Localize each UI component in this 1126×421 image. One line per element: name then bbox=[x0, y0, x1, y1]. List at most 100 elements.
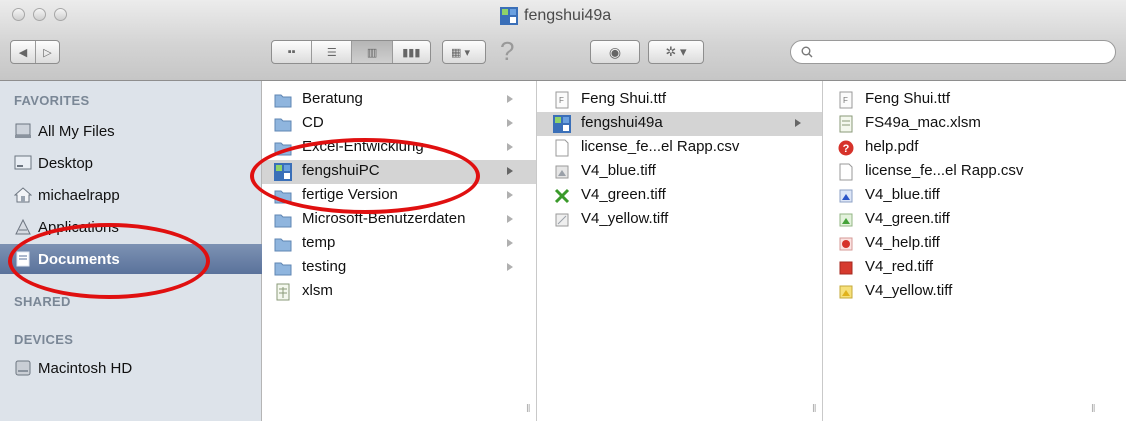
fengshui-app-icon bbox=[500, 7, 518, 25]
list-view-icon: ☰ bbox=[326, 46, 337, 59]
column-resize-grip[interactable]: ǁ bbox=[812, 403, 817, 415]
annotation-ring-fengshuipc bbox=[250, 138, 480, 214]
title-toolbar: fengshui49a ◀ ▷ ▪▪ ☰ ▥ ▮▮▮ ▦ ▾ ? ◉ ✲ ▾ bbox=[0, 0, 1126, 81]
desktop-icon bbox=[14, 155, 32, 170]
list-item[interactable]: V4_green.tiff bbox=[823, 208, 1113, 232]
sidebar-item-all-my-files[interactable]: All My Files bbox=[0, 116, 262, 146]
back-arrow-icon: ◀ bbox=[18, 46, 28, 59]
home-icon bbox=[14, 187, 32, 203]
font-file-icon: F bbox=[555, 91, 569, 109]
back-forward-control: ◀ ▷ bbox=[10, 40, 60, 64]
disclosure-arrow-icon bbox=[795, 119, 801, 127]
item-label: V4_blue.tiff bbox=[865, 186, 940, 203]
list-item[interactable]: V4_blue.tiff bbox=[537, 160, 822, 184]
list-item[interactable]: F Feng Shui.ttf bbox=[537, 88, 822, 112]
list-item[interactable]: V4_red.tiff bbox=[823, 256, 1113, 280]
column-view-button[interactable]: ▥ bbox=[352, 41, 393, 63]
svg-text:?: ? bbox=[843, 143, 850, 155]
back-button[interactable]: ◀ bbox=[11, 41, 36, 63]
list-item[interactable]: temp bbox=[262, 232, 536, 256]
search-icon bbox=[801, 46, 813, 58]
icon-view-icon: ▪▪ bbox=[287, 46, 296, 58]
svg-text:F: F bbox=[559, 96, 564, 105]
list-item[interactable]: license_fe...el Rapp.csv bbox=[537, 136, 822, 160]
image-file-icon bbox=[555, 213, 569, 227]
list-item[interactable]: V4_blue.tiff bbox=[823, 184, 1113, 208]
folder-icon bbox=[274, 262, 292, 276]
fengshui-app-icon bbox=[553, 115, 571, 133]
sidebar-item-label: Desktop bbox=[38, 154, 94, 172]
coverflow-view-icon: ▮▮▮ bbox=[402, 46, 421, 59]
quicklook-button[interactable]: ◉ bbox=[590, 40, 640, 64]
sidebar-item-michaelrapp[interactable]: michaelrapp bbox=[0, 180, 262, 210]
item-label: xlsm bbox=[302, 282, 333, 299]
list-item[interactable]: license_fe...el Rapp.csv bbox=[823, 160, 1113, 184]
item-label: V4_red.tiff bbox=[865, 258, 934, 275]
item-label: V4_yellow.tiff bbox=[865, 282, 953, 299]
column-resize-grip[interactable]: ǁ bbox=[1091, 403, 1096, 415]
list-item[interactable]: CD bbox=[262, 112, 536, 136]
document-file-icon bbox=[555, 139, 569, 157]
item-label: temp bbox=[302, 234, 336, 251]
item-label: license_fe...el Rapp.csv bbox=[865, 162, 1024, 179]
forward-button[interactable]: ▷ bbox=[36, 41, 59, 63]
spreadsheet-file-icon bbox=[276, 283, 290, 301]
list-item[interactable]: V4_yellow.tiff bbox=[823, 280, 1113, 304]
disclosure-arrow-icon bbox=[507, 119, 513, 127]
item-label: testing bbox=[302, 258, 347, 275]
column-resize-grip[interactable]: ǁ bbox=[526, 403, 531, 415]
list-item-selected[interactable]: fengshui49a bbox=[537, 112, 822, 136]
annotation-ring-documents bbox=[8, 223, 210, 299]
zoom-button[interactable] bbox=[54, 8, 67, 21]
disclosure-arrow-icon bbox=[507, 239, 513, 247]
list-view-button[interactable]: ☰ bbox=[312, 41, 353, 63]
minimize-button[interactable] bbox=[33, 8, 46, 21]
list-item[interactable]: FS49a_mac.xlsm bbox=[823, 112, 1113, 136]
list-item[interactable]: xlsm bbox=[262, 280, 536, 304]
item-label: Feng Shui.ttf bbox=[581, 90, 667, 107]
help-icon: ? bbox=[838, 140, 854, 156]
item-label: CD bbox=[302, 114, 324, 131]
coverflow-view-button[interactable]: ▮▮▮ bbox=[393, 41, 430, 63]
sidebar-item-macintosh-hd[interactable]: Macintosh HD bbox=[0, 353, 262, 383]
harddisk-icon bbox=[15, 360, 31, 376]
green-x-icon bbox=[554, 188, 570, 204]
item-label: V4_help.tiff bbox=[865, 234, 940, 251]
yellow-tiff-icon bbox=[839, 285, 853, 299]
list-item[interactable]: testing bbox=[262, 256, 536, 280]
disclosure-arrow-icon bbox=[507, 191, 513, 199]
image-file-icon bbox=[555, 165, 569, 179]
help-tiff-icon bbox=[839, 237, 853, 251]
item-label: Beratung bbox=[302, 90, 363, 107]
list-item[interactable]: Beratung bbox=[262, 88, 536, 112]
disclosure-arrow-icon bbox=[507, 167, 513, 175]
list-item[interactable]: V4_help.tiff bbox=[823, 232, 1113, 256]
finder-window: fengshui49a ◀ ▷ ▪▪ ☰ ▥ ▮▮▮ ▦ ▾ ? ◉ ✲ ▾ F… bbox=[0, 0, 1126, 421]
close-button[interactable] bbox=[12, 8, 25, 21]
svg-text:F: F bbox=[843, 96, 848, 105]
search-input[interactable] bbox=[817, 43, 1101, 61]
item-label: V4_green.tiff bbox=[581, 186, 666, 203]
action-button[interactable]: ✲ ▾ bbox=[648, 40, 704, 64]
disclosure-arrow-icon bbox=[507, 215, 513, 223]
list-item[interactable]: F Feng Shui.ttf bbox=[823, 88, 1113, 112]
item-label: FS49a_mac.xlsm bbox=[865, 114, 981, 131]
list-item[interactable]: V4_green.tiff bbox=[537, 184, 822, 208]
eye-icon: ◉ bbox=[608, 43, 622, 60]
search-field[interactable] bbox=[790, 40, 1116, 64]
arrange-icon: ▦ ▾ bbox=[451, 46, 470, 59]
folder-icon bbox=[274, 94, 292, 108]
item-label: V4_yellow.tiff bbox=[581, 210, 669, 227]
list-item[interactable]: V4_yellow.tiff bbox=[537, 208, 822, 232]
browser-column-2: F Feng Shui.ttf fengshui49a license_fe..… bbox=[537, 81, 823, 421]
blue-tiff-icon bbox=[839, 189, 853, 203]
disclosure-arrow-icon bbox=[507, 143, 513, 151]
document-file-icon bbox=[839, 163, 853, 181]
icon-view-button[interactable]: ▪▪ bbox=[272, 41, 313, 63]
devices-header: DEVICES bbox=[14, 332, 74, 347]
column-view-icon: ▥ bbox=[366, 46, 378, 59]
sidebar-item-desktop[interactable]: Desktop bbox=[0, 148, 262, 178]
arrange-button[interactable]: ▦ ▾ bbox=[442, 40, 486, 64]
list-item[interactable]: ? help.pdf bbox=[823, 136, 1113, 160]
help-glyph: ? bbox=[500, 36, 515, 66]
